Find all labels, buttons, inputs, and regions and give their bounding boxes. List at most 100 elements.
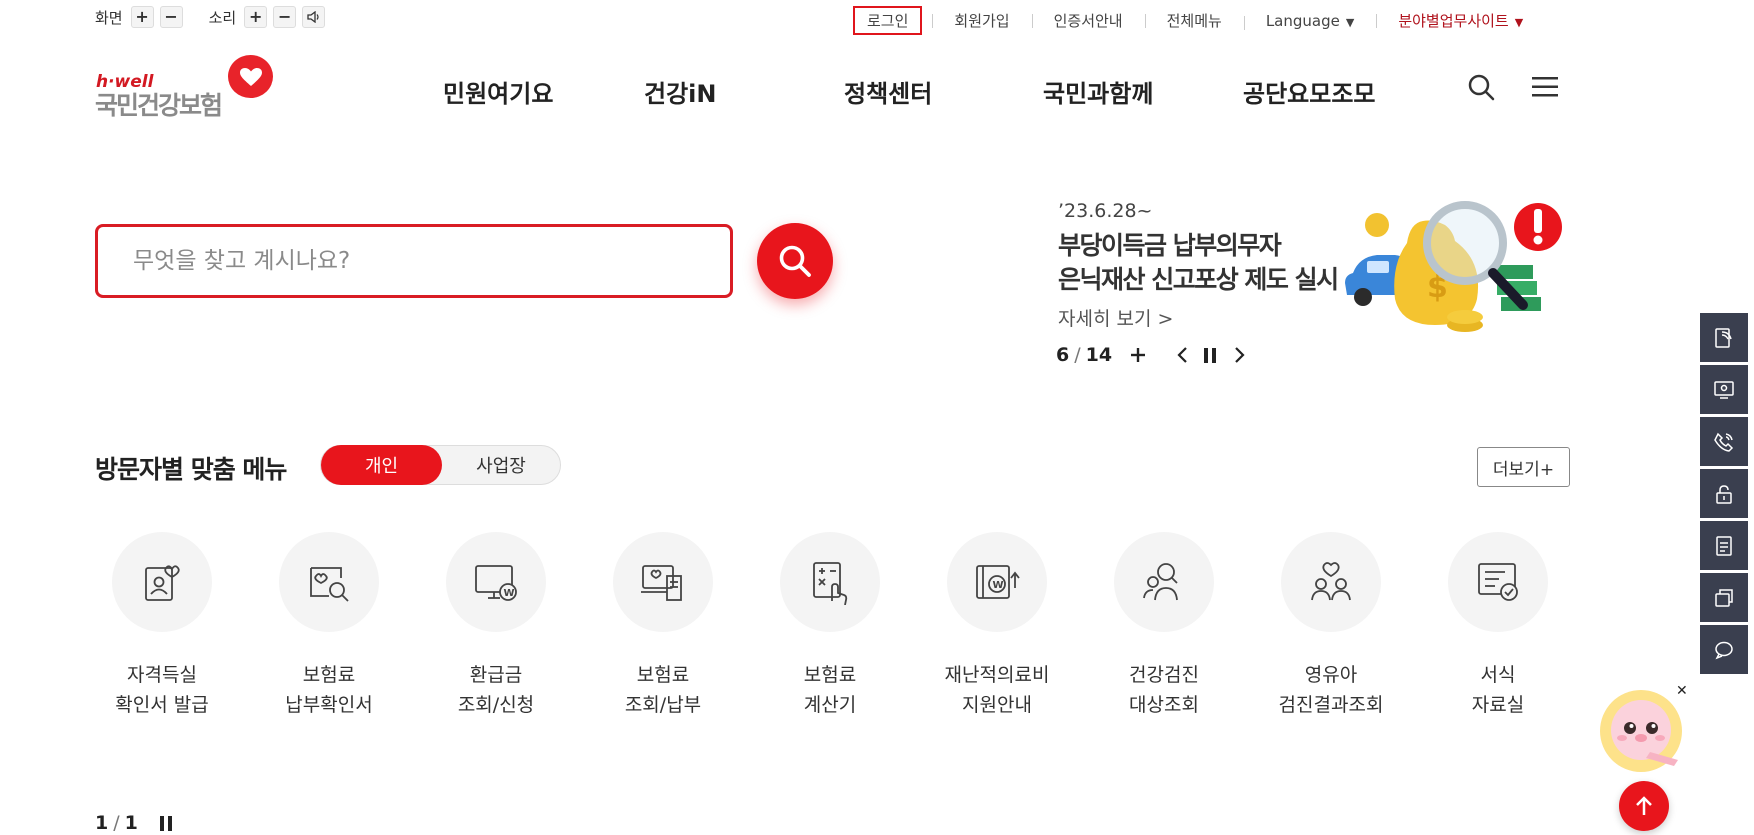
- quick-menu-label-line1: 보험료: [302, 664, 356, 686]
- quick-menu-item[interactable]: 건강검진 대상조회: [1114, 532, 1214, 720]
- side-phone-icon[interactable]: [1700, 417, 1748, 466]
- quick-menu-label-line1: 자격득실: [127, 664, 197, 686]
- quick-menu-label-line1: 건강검진: [1129, 664, 1199, 686]
- side-windows-icon[interactable]: [1700, 573, 1748, 622]
- arrow-up-icon: [1636, 796, 1652, 815]
- banner-illustration: $: [1345, 201, 1562, 332]
- quick-menu-item[interactable]: W 환급금조회/신청: [446, 532, 546, 720]
- side-chat-icon[interactable]: [1700, 625, 1748, 674]
- sound-label: 소리: [208, 8, 237, 27]
- signup-link[interactable]: 회원가입: [932, 10, 1031, 31]
- login-link[interactable]: 로그인: [853, 6, 923, 35]
- volume-up-button[interactable]: +: [244, 6, 268, 28]
- banner-title-line2: 은닉재산 신고포상 제도 실시: [1058, 265, 1339, 294]
- quick-menu-label-line2: 조회/납부: [624, 694, 702, 716]
- logo-heart-icon: [228, 55, 273, 98]
- svg-text:W: W: [993, 580, 1004, 591]
- banner-slide-controls: 6 / 14: [1056, 344, 1246, 366]
- monitor-won-icon: W: [446, 532, 546, 632]
- banner-more-link[interactable]: 자세히 보기 >: [1058, 304, 1173, 331]
- quick-menu-label-line2: 확인서 발급: [115, 694, 209, 716]
- quick-menu-label-line2: 조회/신청: [457, 694, 535, 716]
- speaker-icon[interactable]: [302, 6, 326, 28]
- search-icon[interactable]: [1468, 74, 1495, 105]
- quick-menu-label-line1: 영유아: [1304, 664, 1358, 686]
- scroll-top-button[interactable]: [1619, 781, 1669, 831]
- banner-current-index: 6: [1056, 344, 1070, 366]
- chevron-left-icon[interactable]: [1176, 346, 1188, 364]
- banner-total-count: 14: [1085, 344, 1113, 366]
- document-search-icon: [279, 532, 379, 632]
- nav-health-in[interactable]: 건강iN: [644, 74, 716, 109]
- person-search-icon: [1114, 532, 1214, 632]
- sitemap-link[interactable]: 전체메뉴: [1144, 10, 1244, 31]
- chatbot-character[interactable]: [1600, 690, 1682, 772]
- quick-menu-item[interactable]: 자격득실확인서 발급: [112, 532, 212, 720]
- search-icon: [779, 245, 811, 277]
- close-icon[interactable]: ✕: [1676, 683, 1688, 699]
- side-quick-bar: [1700, 313, 1748, 677]
- nav-civil-service[interactable]: 민원여기요: [443, 74, 553, 109]
- laptop-receipt-icon: [613, 532, 713, 632]
- banner-date: ’23.6.28~: [1058, 200, 1153, 222]
- language-label: Language: [1265, 11, 1340, 30]
- nav-with-citizens[interactable]: 국민과함께: [1043, 74, 1153, 109]
- quick-menu-label-line1: 보험료: [803, 664, 857, 686]
- side-notepad-icon[interactable]: [1700, 521, 1748, 570]
- pause-icon[interactable]: [159, 815, 172, 831]
- banner-title[interactable]: 부당이득금 납부의무자 은닉재산 신고포상 제도 실시: [1058, 229, 1339, 297]
- certificate-guide-link[interactable]: 인증서안내: [1031, 10, 1145, 31]
- plus-icon[interactable]: [1130, 347, 1146, 363]
- form-check-icon: [1448, 532, 1548, 632]
- quick-menu-current-page: 1: [95, 812, 109, 834]
- quick-menu-label-line1: 서식: [1480, 664, 1516, 686]
- visitor-type-toggle: 개인 사업장: [320, 445, 561, 485]
- screen-zoom-in-button[interactable]: +: [130, 6, 154, 28]
- quick-menu-label-line1: 보험료: [636, 664, 690, 686]
- quick-menu-label-line2: 계산기: [803, 694, 857, 716]
- quick-menu-item[interactable]: W 재난적의료비지원안내: [945, 532, 1049, 720]
- quick-menu-label-line2: 납부확인서: [285, 694, 373, 716]
- calculator-hand-icon: [780, 532, 880, 632]
- quick-menu-label-line2: 지원안내: [962, 694, 1032, 716]
- tab-personal[interactable]: 개인: [321, 445, 442, 485]
- main-search-box: [95, 224, 733, 298]
- side-monitor-icon[interactable]: [1700, 365, 1748, 414]
- quick-menu-pagination: 1 / 1: [95, 812, 172, 834]
- tab-business[interactable]: 사업장: [442, 446, 560, 484]
- side-document-icon[interactable]: [1700, 313, 1748, 362]
- svg-text:W: W: [504, 588, 515, 599]
- quick-menu-item[interactable]: 보험료조회/납부: [613, 532, 713, 720]
- more-button[interactable]: 더보기+: [1477, 447, 1570, 487]
- caret-down-icon: ▼: [1514, 16, 1524, 29]
- logo-name-text: 국민건강보험: [95, 91, 223, 120]
- family-heart-icon: [1281, 532, 1381, 632]
- search-input[interactable]: [98, 227, 730, 295]
- screen-zoom-out-button[interactable]: −: [159, 6, 183, 28]
- quick-menu-item[interactable]: 보험료납부확인서: [279, 532, 379, 720]
- quick-menu-total-pages: 1: [124, 812, 138, 834]
- accessibility-controls: 화면 + − 소리 + −: [95, 6, 331, 28]
- nhis-logo[interactable]: h·well 국민건강보험: [95, 55, 275, 120]
- banner-title-line1: 부당이득금 납부의무자: [1058, 231, 1282, 260]
- quick-menu-page-separator: /: [113, 812, 120, 834]
- chatbot-mascot-icon: [1611, 700, 1678, 766]
- quick-menu-item[interactable]: 보험료계산기: [780, 532, 880, 720]
- quick-menu-item[interactable]: 서식 자료실: [1448, 532, 1548, 720]
- custom-menu-title: 방문자별 맞춤 메뉴: [95, 455, 287, 484]
- quick-menu-item[interactable]: 영유아검진결과조회: [1279, 532, 1383, 720]
- family-site-select[interactable]: 분야별업무사이트 ▼: [1376, 10, 1545, 31]
- side-lock-icon[interactable]: [1700, 469, 1748, 518]
- hamburger-menu-icon[interactable]: [1532, 76, 1558, 102]
- language-select[interactable]: Language ▼: [1243, 11, 1377, 30]
- chevron-right-icon[interactable]: [1234, 346, 1246, 364]
- search-button[interactable]: [757, 223, 833, 299]
- quick-menu-label-line1: 재난적의료비: [944, 664, 1050, 686]
- quick-menu-label-line2: 검진결과조회: [1278, 694, 1384, 716]
- family-site-label: 분야별업무사이트: [1398, 12, 1509, 30]
- quick-menu-label-line1: 환급금: [469, 664, 523, 686]
- volume-down-button[interactable]: −: [273, 6, 297, 28]
- nav-about-corporation[interactable]: 공단요모조모: [1243, 74, 1375, 109]
- pause-icon[interactable]: [1204, 347, 1217, 363]
- nav-policy-center[interactable]: 정책센터: [844, 74, 932, 109]
